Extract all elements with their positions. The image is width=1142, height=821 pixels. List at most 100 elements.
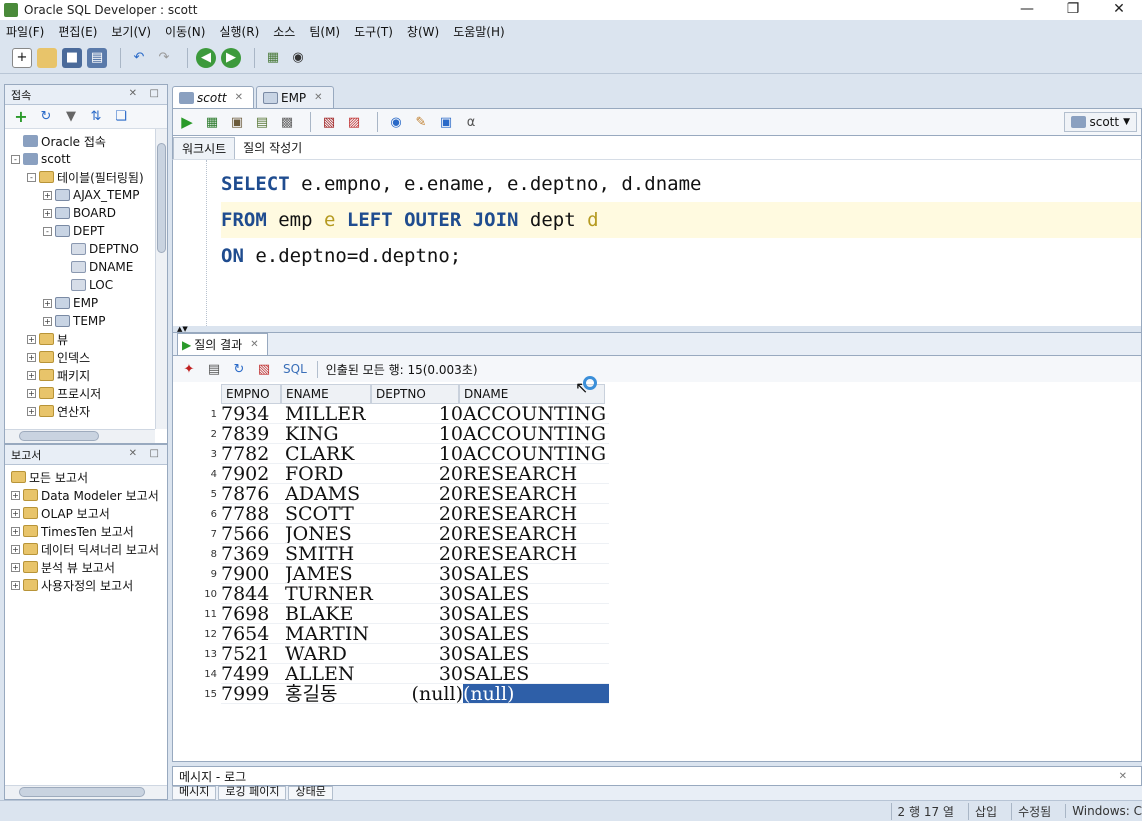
sql-link[interactable]: SQL — [283, 362, 307, 376]
new-file-icon[interactable]: + — [12, 47, 32, 68]
table-cell[interactable]: ACCOUNTING — [463, 424, 609, 444]
table-cell[interactable]: 7369 — [221, 544, 285, 564]
table-cell[interactable]: (null) — [463, 684, 609, 704]
table-cell[interactable]: SCOTT — [285, 504, 375, 524]
row-number[interactable]: 1 — [177, 409, 221, 420]
expand-icon[interactable]: + — [11, 562, 20, 572]
menu-item[interactable]: 파일(F) — [6, 23, 44, 40]
table-cell[interactable]: 7839 — [221, 424, 285, 444]
table-cell[interactable]: 30 — [375, 664, 463, 684]
table-cell[interactable]: SMITH — [285, 544, 375, 564]
table-row[interactable]: 3 7782 CLARK 10 ACCOUNTING — [177, 444, 609, 464]
menu-item[interactable]: 보기(V) — [111, 23, 151, 40]
table-cell[interactable]: MARTIN — [285, 624, 375, 644]
column-header-ename[interactable]: ENAME — [281, 384, 371, 404]
sql-connection-icon[interactable]: ▦ — [263, 48, 283, 68]
tree-item[interactable]: - 테이블(필터링됨) — [7, 168, 165, 186]
table-cell[interactable]: 20 — [375, 484, 463, 504]
close-button[interactable]: ✕ — [1096, 0, 1142, 20]
expand-icon[interactable]: + — [27, 352, 36, 362]
tree-item[interactable]: + AJAX_TEMP — [7, 186, 165, 204]
close-icon[interactable]: ✕ — [129, 448, 137, 459]
tab-emp[interactable]: EMP ✕ — [256, 86, 334, 108]
format-icon[interactable]: ▣ — [436, 112, 456, 132]
tree-item[interactable]: + 프로시저 — [7, 384, 165, 402]
clear-icon[interactable]: ▨ — [344, 112, 364, 132]
table-cell[interactable]: 7788 — [221, 504, 285, 524]
table-row[interactable]: 5 7876 ADAMS 20 RESEARCH — [177, 484, 609, 504]
tree-item[interactable]: 모든 보고서 — [7, 468, 165, 486]
table-cell[interactable]: 20 — [375, 464, 463, 484]
expand-icon[interactable]: + — [27, 334, 36, 344]
refresh-icon[interactable]: ↻ — [36, 107, 56, 127]
run-statement-icon[interactable]: ▶ — [177, 112, 197, 132]
reports-hscroll[interactable] — [5, 785, 167, 799]
expand-icon[interactable]: + — [43, 298, 52, 308]
rollback-icon[interactable]: ▤ — [252, 112, 272, 132]
table-cell[interactable]: SALES — [463, 564, 609, 584]
expand-icon[interactable]: + — [43, 316, 52, 326]
table-cell[interactable]: BLAKE — [285, 604, 375, 624]
tree-item[interactable]: + 데이터 딕셔너리 보고서 — [7, 540, 165, 558]
table-cell[interactable]: 7934 — [221, 404, 285, 424]
row-number[interactable]: 2 — [177, 429, 221, 440]
tree-item[interactable]: + TEMP — [7, 312, 165, 330]
tree-item[interactable]: Oracle 접속 — [7, 132, 165, 150]
table-cell[interactable]: RESEARCH — [463, 464, 609, 484]
add-connection-icon[interactable]: + — [11, 107, 31, 127]
row-number[interactable]: 14 — [177, 669, 221, 680]
tree-item[interactable]: + 패키지 — [7, 366, 165, 384]
tab-query-builder[interactable]: 질의 작성기 — [235, 137, 310, 159]
table-cell[interactable]: 20 — [375, 544, 463, 564]
tree-item[interactable]: + TimesTen 보고서 — [7, 522, 165, 540]
minimize-icon[interactable]: □ — [150, 448, 159, 459]
row-number[interactable]: 9 — [177, 569, 221, 580]
table-cell[interactable]: ADAMS — [285, 484, 375, 504]
restore-button[interactable]: ❐ — [1050, 0, 1096, 20]
table-row[interactable]: 8 7369 SMITH 20 RESEARCH — [177, 544, 609, 564]
table-cell[interactable]: 10 — [375, 404, 463, 424]
table-cell[interactable]: 7999 — [221, 684, 285, 704]
table-row[interactable]: 13 7521 WARD 30 SALES — [177, 644, 609, 664]
back-icon[interactable]: ◀ — [196, 47, 216, 68]
table-cell[interactable]: (null) — [375, 684, 463, 704]
row-number[interactable]: 12 — [177, 629, 221, 640]
table-cell[interactable]: SALES — [463, 584, 609, 604]
table-cell[interactable]: 30 — [375, 624, 463, 644]
tree-item[interactable]: DNAME — [7, 258, 165, 276]
table-row[interactable]: 15 7999 홍길동 (null) (null) — [177, 684, 609, 704]
table-cell[interactable]: 20 — [375, 524, 463, 544]
row-number[interactable]: 5 — [177, 489, 221, 500]
table-row[interactable]: 9 7900 JAMES 30 SALES — [177, 564, 609, 584]
expand-icon[interactable]: + — [11, 580, 20, 590]
tree-item[interactable]: LOC — [7, 276, 165, 294]
autotrace-icon[interactable]: ▧ — [319, 112, 339, 132]
schema-browser-icon[interactable]: ⇅ — [86, 107, 106, 127]
table-row[interactable]: 14 7499 ALLEN 30 SALES — [177, 664, 609, 684]
table-cell[interactable]: JONES — [285, 524, 375, 544]
table-cell[interactable]: 7499 — [221, 664, 285, 684]
tab-scott[interactable]: scott ✕ — [172, 86, 254, 108]
tab-logging[interactable]: 로깅 페이지 — [218, 786, 287, 800]
connections-hscroll[interactable] — [5, 429, 155, 443]
table-cell[interactable]: 홍길동 — [285, 684, 375, 704]
expand-icon[interactable]: + — [11, 508, 20, 518]
table-cell[interactable]: ACCOUNTING — [463, 404, 609, 424]
table-cell[interactable]: 7521 — [221, 644, 285, 664]
commit-icon[interactable]: ▣ — [227, 112, 247, 132]
table-cell[interactable]: 10 — [375, 424, 463, 444]
table-cell[interactable]: 7900 — [221, 564, 285, 584]
table-cell[interactable]: 10 — [375, 444, 463, 464]
table-cell[interactable]: RESEARCH — [463, 504, 609, 524]
table-cell[interactable]: SALES — [463, 664, 609, 684]
close-icon[interactable]: ✕ — [1119, 771, 1127, 782]
table-cell[interactable]: 30 — [375, 644, 463, 664]
table-row[interactable]: 11 7698 BLAKE 30 SALES — [177, 604, 609, 624]
row-number[interactable]: 10 — [177, 589, 221, 600]
table-row[interactable]: 12 7654 MARTIN 30 SALES — [177, 624, 609, 644]
menu-item[interactable]: 도움말(H) — [453, 23, 505, 40]
table-row[interactable]: 1 7934 MILLER 10 ACCOUNTING — [177, 404, 609, 424]
menu-item[interactable]: 도구(T) — [354, 23, 393, 40]
expand-icon[interactable]: + — [27, 370, 36, 380]
table-cell[interactable]: 30 — [375, 604, 463, 624]
